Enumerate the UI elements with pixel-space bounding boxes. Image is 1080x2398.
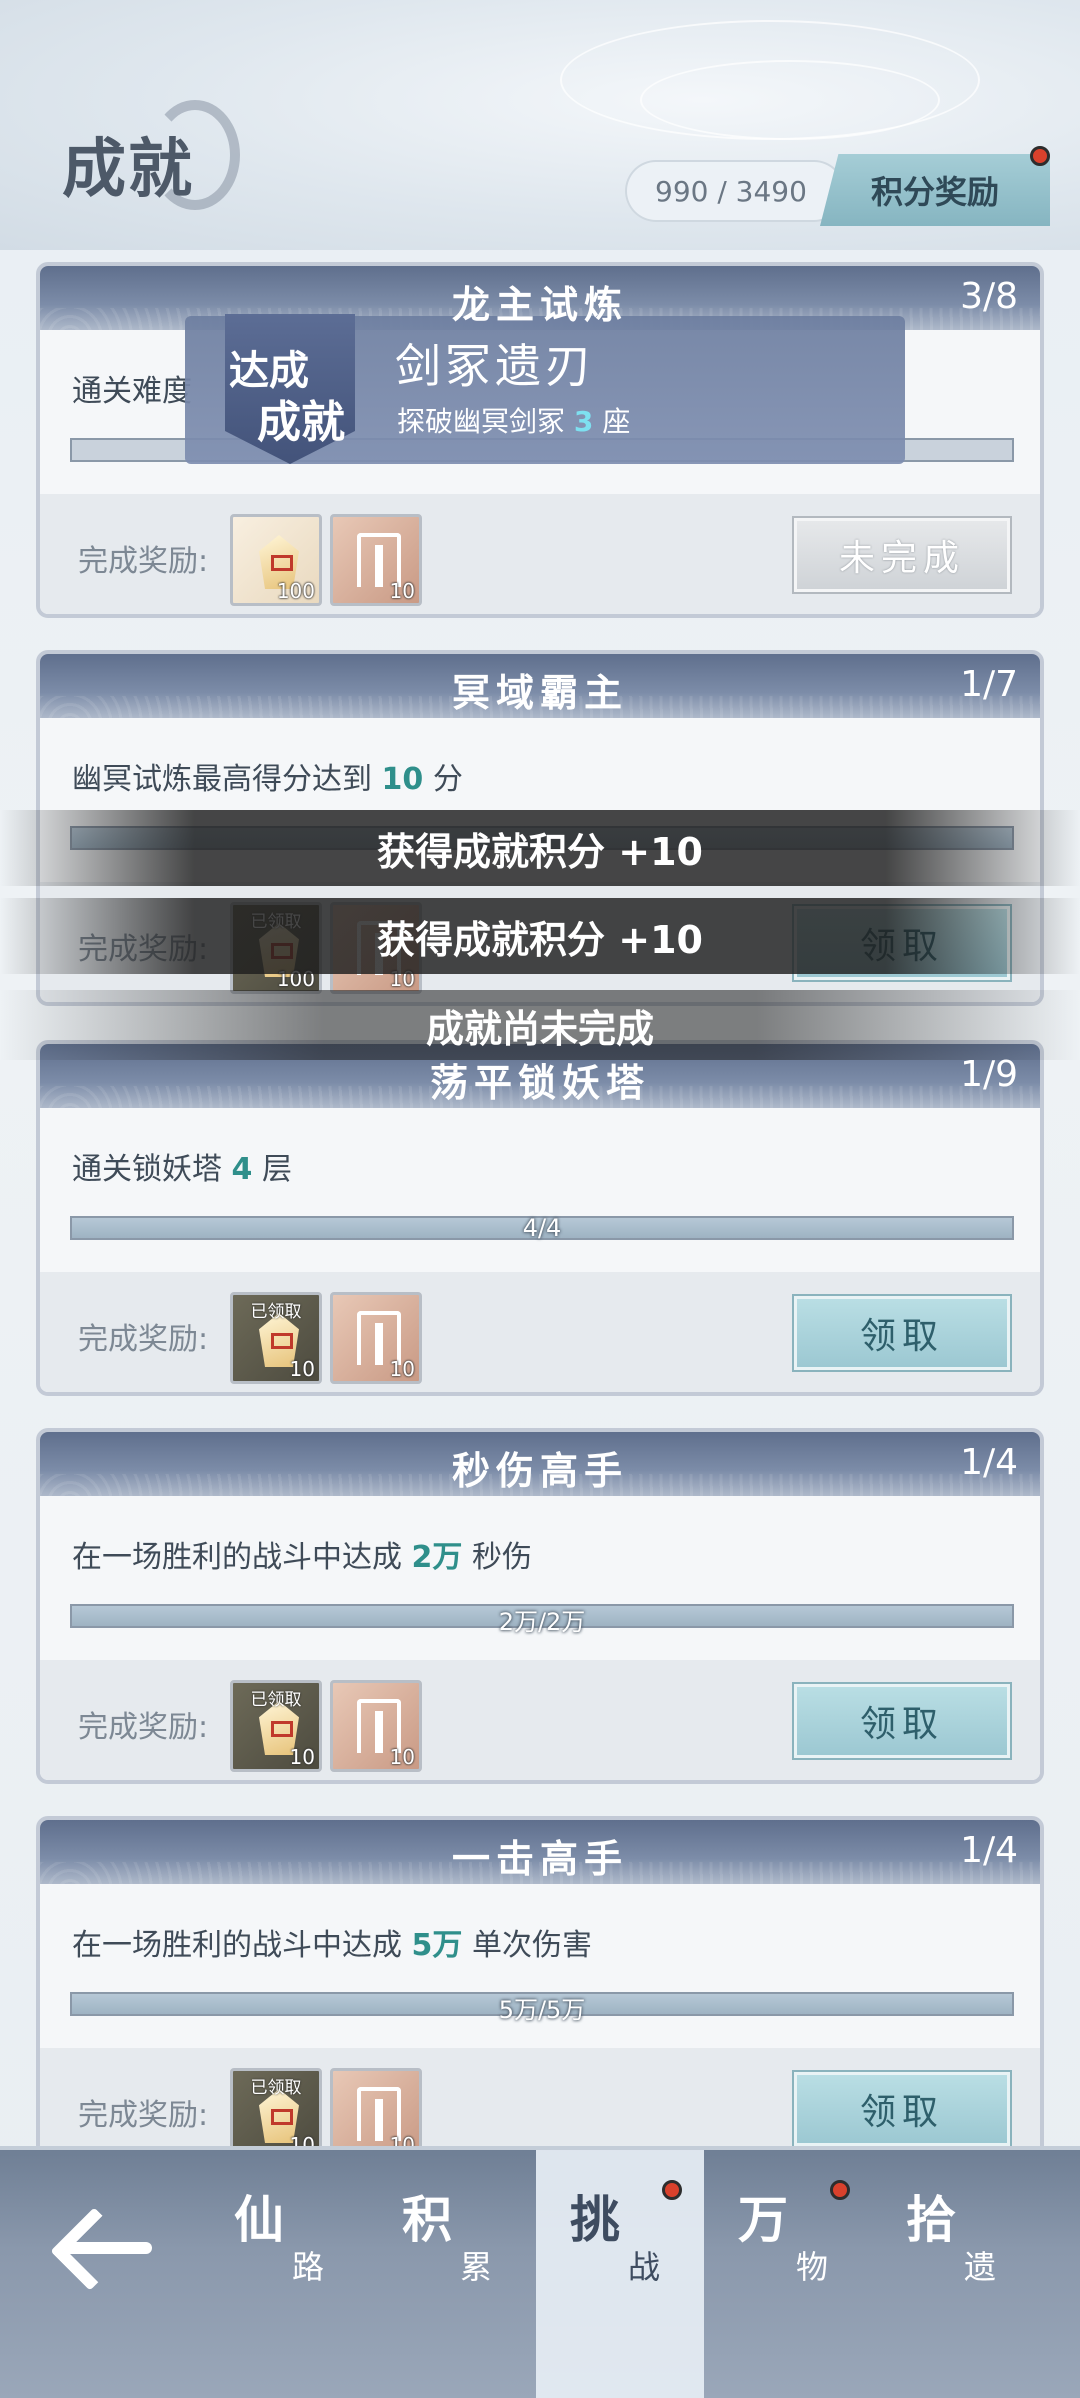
desc-suffix: 分 xyxy=(432,762,463,797)
desc-prefix: 在一场胜利的战斗中达成 xyxy=(72,1540,402,1575)
notification-dot xyxy=(830,2180,850,2200)
float-message: 获得成就积分 +10 xyxy=(0,810,1080,886)
achievement-name: 剑冢遗刃 xyxy=(395,339,595,393)
reward-item[interactable]: 已领取 10 xyxy=(230,1680,322,1772)
card-description: 通关难度 xyxy=(72,366,192,410)
nav-tab-label: 仙 xyxy=(234,2190,284,2249)
badge-text-line2: 成就 xyxy=(257,397,345,448)
progress-text: 4/4 xyxy=(522,1214,562,1242)
achievement-desc: 探破幽冥剑冢 3 座 xyxy=(397,400,630,440)
nav-tab-4[interactable]: 万 物 xyxy=(704,2150,872,2398)
desc-value: 5万 xyxy=(411,1928,463,1963)
reward-item[interactable]: 已领取 10 xyxy=(230,1292,322,1384)
card-title: 秒伤高手 xyxy=(451,1449,628,1493)
points-reward-button[interactable]: 积分奖励 xyxy=(820,154,1050,226)
desc-suffix: 层 xyxy=(261,1152,292,1187)
card-description: 幽冥试炼最高得分达到 10 分 xyxy=(72,754,463,798)
nav-tab-sublabel: 路 xyxy=(292,2248,325,2286)
nav-tab-sublabel: 遗 xyxy=(964,2248,997,2286)
nav-tab-label: 拾 xyxy=(906,2190,956,2249)
achievement-card: 荡平锁妖塔 1/9 通关锁妖塔 4 层 4/4 完成奖励: 已领取 10 10 … xyxy=(36,1040,1044,1396)
nav-tab-sublabel: 物 xyxy=(796,2248,829,2286)
progress-text: 5万/5万 xyxy=(498,1996,586,2024)
page-title: 成就 xyxy=(62,132,194,207)
desc-suffix: 单次伤害 xyxy=(471,1928,592,1963)
desc-value: 3 xyxy=(573,405,594,438)
card-tier-count: 3/8 xyxy=(960,276,1018,317)
nav-tab-sublabel: 战 xyxy=(628,2248,661,2286)
desc-value: 2万 xyxy=(411,1540,463,1575)
reward-qty: 10 xyxy=(389,1745,415,1769)
achievement-card: 秒伤高手 1/4 在一场胜利的战斗中达成 2万 秒伤 2万/2万 完成奖励: 已… xyxy=(36,1428,1044,1784)
back-button[interactable] xyxy=(44,2206,154,2291)
reward-item[interactable]: 100 xyxy=(230,514,322,606)
incomplete-button[interactable]: 未完成 xyxy=(794,518,1010,592)
reward-item[interactable]: 10 xyxy=(330,1292,422,1384)
desc-prefix: 在一场胜利的战斗中达成 xyxy=(72,1928,402,1963)
desc-value: 4 xyxy=(231,1152,253,1187)
progress-bar: 5万/5万 xyxy=(70,1992,1014,2024)
reward-qty: 10 xyxy=(289,1745,315,1769)
desc-suffix: 秒伤 xyxy=(471,1540,532,1575)
achievement-unlocked-toast: 达成 成就 剑冢遗刃 探破幽冥剑冢 3 座 xyxy=(185,314,905,464)
reward-label: 完成奖励: xyxy=(78,1322,209,1357)
reward-qty: 10 xyxy=(389,1357,415,1381)
nav-tab-1[interactable]: 仙 路 xyxy=(200,2150,368,2398)
achievement-score: 990 / 3490 xyxy=(625,160,845,222)
claim-button[interactable]: 领取 xyxy=(794,1684,1010,1758)
achievement-card: 一击高手 1/4 在一场胜利的战斗中达成 5万 单次伤害 5万/5万 完成奖励:… xyxy=(36,1816,1044,2172)
nav-tab-5[interactable]: 拾 遗 xyxy=(872,2150,1040,2398)
card-tier-count: 1/4 xyxy=(960,1830,1018,1871)
reward-label: 完成奖励: xyxy=(78,1710,209,1745)
cloud-swirl-decoration xyxy=(640,60,940,140)
card-footer: 完成奖励: 已领取 10 10 领取 xyxy=(40,1272,1040,1392)
desc-prefix: 通关锁妖塔 xyxy=(72,1152,222,1187)
nav-tab-label: 万 xyxy=(738,2190,788,2249)
progress-bar: 4/4 xyxy=(70,1214,1014,1242)
claim-button[interactable]: 领取 xyxy=(794,2072,1010,2146)
card-footer: 完成奖励: 100 10 未完成 xyxy=(40,494,1040,614)
notification-dot xyxy=(662,2180,682,2200)
desc-prefix: 幽冥试炼最高得分达到 xyxy=(72,762,372,797)
nav-tab-3[interactable]: 挑 战 xyxy=(536,2150,704,2398)
reward-qty: 100 xyxy=(276,579,315,603)
claimed-label: 已领取 xyxy=(250,1302,302,1322)
card-title: 荡平锁妖塔 xyxy=(429,1061,650,1105)
nav-tab-2[interactable]: 积 累 xyxy=(368,2150,536,2398)
notification-dot xyxy=(1030,146,1050,166)
desc-prefix: 通关难度 xyxy=(72,374,192,409)
progress-text: 2万/2万 xyxy=(498,1608,586,1636)
card-tier-count: 1/9 xyxy=(960,1054,1018,1095)
float-message: 获得成就积分 +10 xyxy=(0,898,1080,974)
nav-tab-label: 积 xyxy=(402,2190,452,2249)
back-arrow-shaft xyxy=(64,2242,152,2254)
card-tier-count: 1/7 xyxy=(960,664,1018,705)
claimed-label: 已领取 xyxy=(250,2078,302,2098)
desc-suffix: 座 xyxy=(602,405,631,438)
desc-prefix: 探破幽冥剑冢 xyxy=(397,405,566,438)
nav-tab-sublabel: 累 xyxy=(460,2248,493,2286)
desc-value: 10 xyxy=(381,762,424,797)
card-title: 龙主试炼 xyxy=(451,283,628,327)
claim-button[interactable]: 领取 xyxy=(794,1296,1010,1370)
reward-qty: 10 xyxy=(289,1357,315,1381)
card-title: 一击高手 xyxy=(451,1837,628,1881)
card-description: 通关锁妖塔 4 层 xyxy=(72,1144,292,1188)
progress-bar: 2万/2万 xyxy=(70,1604,1014,1636)
reward-item[interactable]: 10 xyxy=(330,1680,422,1772)
card-footer: 完成奖励: 已领取 10 10 领取 xyxy=(40,1660,1040,1780)
reward-item[interactable]: 10 xyxy=(330,514,422,606)
claimed-label: 已领取 xyxy=(250,1690,302,1710)
card-title: 冥域霸主 xyxy=(451,671,628,715)
reward-label: 完成奖励: xyxy=(78,544,209,579)
card-tier-count: 1/4 xyxy=(960,1442,1018,1483)
reward-qty: 10 xyxy=(389,579,415,603)
card-description: 在一场胜利的战斗中达成 2万 秒伤 xyxy=(72,1532,532,1576)
float-message: 成就尚未完成 xyxy=(0,990,1080,1060)
bottom-nav: 仙 路 积 累 挑 战 万 物 拾 遗 xyxy=(0,2146,1080,2398)
reward-label: 完成奖励: xyxy=(78,2098,209,2133)
card-description: 在一场胜利的战斗中达成 5万 单次伤害 xyxy=(72,1920,592,1964)
nav-tab-label: 挑 xyxy=(570,2190,620,2249)
